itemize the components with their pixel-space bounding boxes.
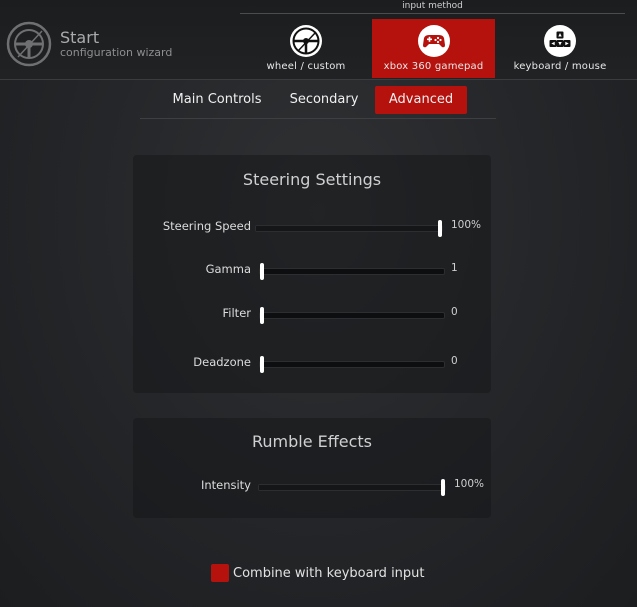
- slider-fill: [259, 485, 445, 490]
- tab-advanced[interactable]: Advanced: [375, 86, 467, 114]
- slider-row-deadzone: Deadzone 0: [133, 353, 491, 373]
- slider-fill: [256, 226, 442, 231]
- tabs-bar: Main Controls Secondary Advanced: [0, 80, 637, 120]
- input-method-label: input method: [240, 0, 625, 14]
- rumble-effects-title: Rumble Effects: [251, 432, 373, 451]
- tabs-divider: [140, 118, 496, 119]
- combine-keyboard-checkbox[interactable]: [211, 564, 229, 582]
- slider-label: Deadzone: [193, 355, 251, 369]
- slider-value: 1: [451, 262, 458, 274]
- slider-label: Steering Speed: [162, 219, 251, 233]
- slider-value: 0: [451, 306, 458, 318]
- app-title: Start: [60, 28, 100, 47]
- slider-value: 100%: [454, 478, 485, 490]
- slider-handle[interactable]: [260, 307, 264, 324]
- deadzone-slider[interactable]: [259, 356, 445, 373]
- gamepad-icon: [417, 25, 450, 57]
- keyboard-keys-icon: [544, 25, 576, 57]
- method-keyboard-mouse[interactable]: keyboard / mouse: [507, 19, 613, 78]
- method-label: wheel / custom: [266, 61, 346, 72]
- gamma-slider[interactable]: [259, 263, 445, 280]
- slider-label: Filter: [222, 306, 251, 320]
- slider-value: 100%: [451, 219, 482, 231]
- slider-handle[interactable]: [260, 356, 264, 373]
- method-xbox-gamepad[interactable]: xbox 360 gamepad: [372, 19, 495, 78]
- steering-settings-panel: Steering Settings Steering Speed 100% Ga…: [133, 155, 491, 393]
- app-subtitle: configuration wizard: [60, 46, 173, 59]
- slider-row-gamma: Gamma 1: [133, 260, 491, 280]
- header: Start configuration wizard input method …: [0, 0, 637, 80]
- tab-main-controls[interactable]: Main Controls: [164, 86, 270, 114]
- combine-keyboard-label: Combine with keyboard input: [233, 565, 425, 581]
- combine-keyboard-checkbox-row[interactable]: Combine with keyboard input: [211, 564, 425, 582]
- steering-speed-slider[interactable]: [255, 220, 443, 237]
- rumble-effects-panel: Rumble Effects Intensity 100%: [133, 418, 491, 518]
- slider-handle[interactable]: [438, 220, 442, 237]
- start-block: Start configuration wizard: [6, 21, 172, 67]
- tab-secondary[interactable]: Secondary: [282, 86, 366, 114]
- slider-handle[interactable]: [260, 263, 264, 280]
- filter-slider[interactable]: [259, 307, 445, 324]
- slider-row-steering-speed: Steering Speed 100%: [133, 217, 491, 237]
- steering-wheel-icon: [290, 25, 322, 57]
- steering-wheel-logo-icon: [6, 21, 52, 67]
- method-label: xbox 360 gamepad: [383, 61, 484, 72]
- slider-row-filter: Filter 0: [133, 304, 491, 324]
- steering-settings-title: Steering Settings: [242, 170, 382, 189]
- method-label: keyboard / mouse: [513, 61, 607, 72]
- slider-label: Gamma: [205, 262, 251, 276]
- slider-label: Intensity: [200, 478, 251, 492]
- method-wheel-custom[interactable]: wheel / custom: [258, 19, 354, 78]
- intensity-slider[interactable]: [258, 479, 446, 496]
- slider-handle[interactable]: [441, 479, 445, 496]
- slider-row-intensity: Intensity 100%: [133, 476, 491, 496]
- slider-value: 0: [451, 355, 458, 367]
